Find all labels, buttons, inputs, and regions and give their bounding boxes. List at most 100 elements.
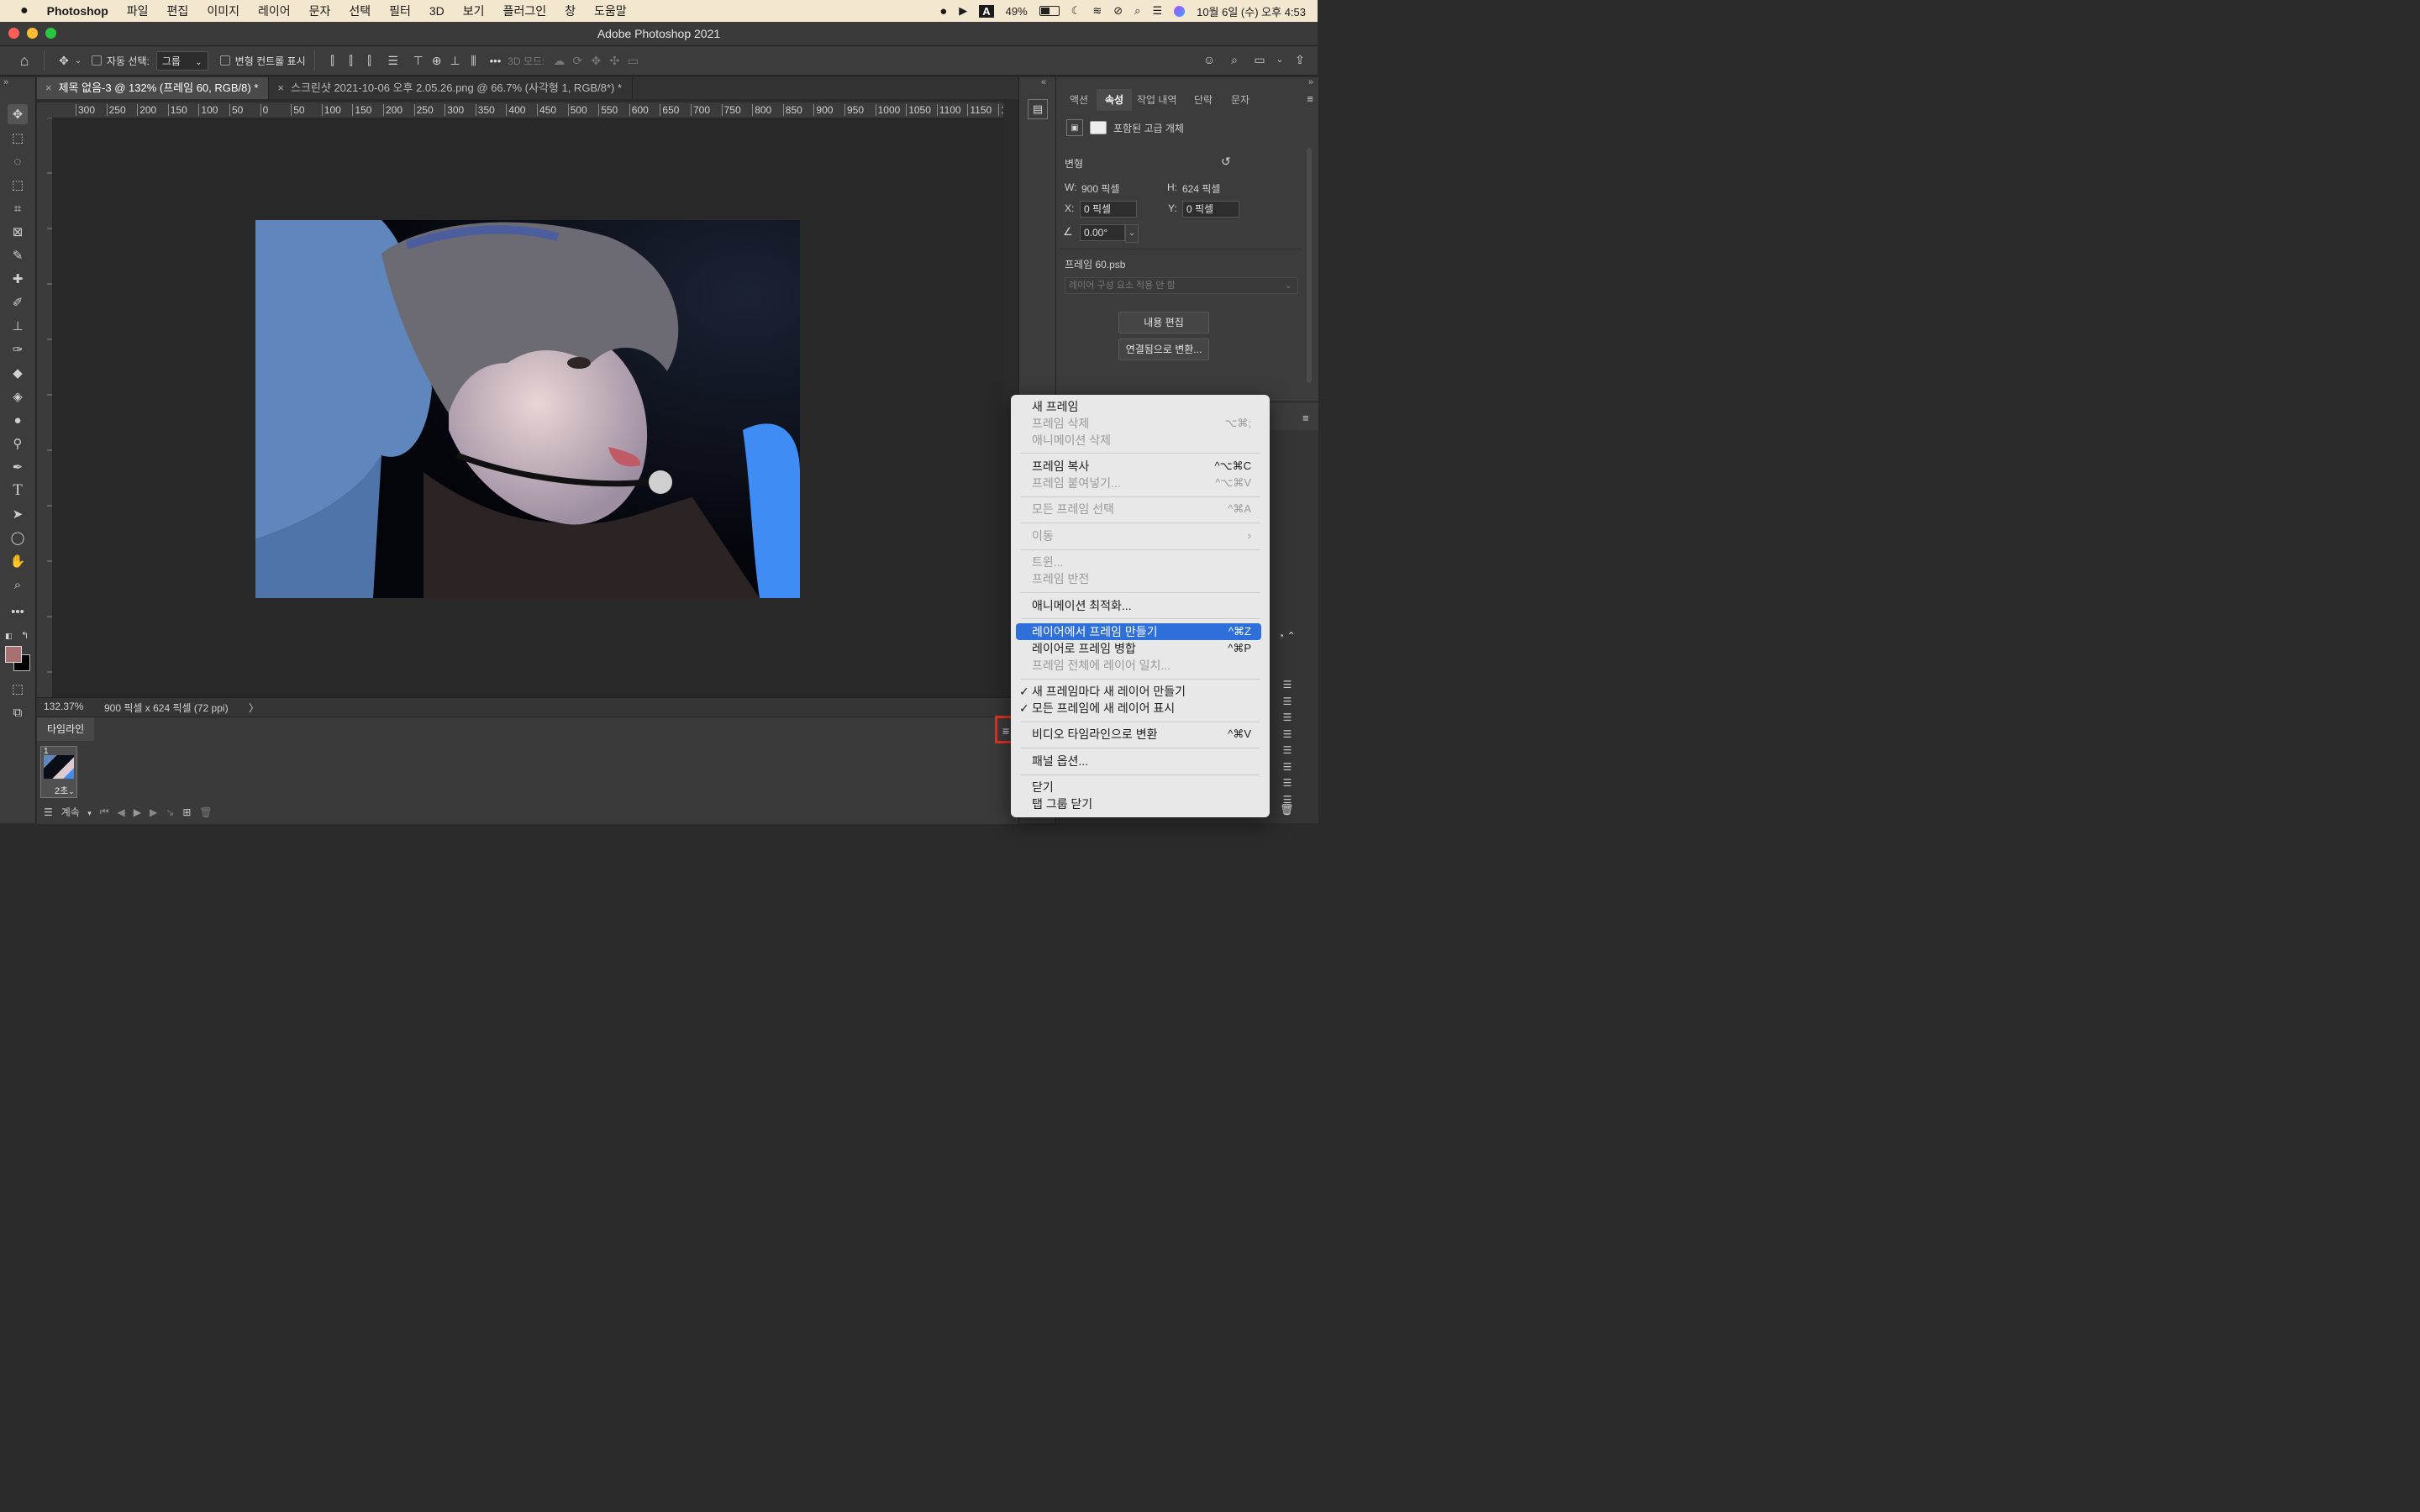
eyedropper-tool-icon[interactable]: ✎	[8, 245, 28, 265]
menu-item-close[interactable]: 닫기	[1032, 779, 1261, 795]
collapse-panel-icon[interactable]: »	[1308, 77, 1313, 87]
search-icon[interactable]: ⌕	[1225, 50, 1244, 69]
menu-file[interactable]: 파일	[127, 3, 149, 19]
distribute-vertical-icon[interactable]: ⫼	[465, 51, 483, 70]
screen-mode-icon[interactable]: ⧉	[8, 702, 28, 722]
menu-type[interactable]: 문자	[309, 3, 331, 19]
convert-to-video-timeline-icon[interactable]: ☰	[44, 806, 53, 818]
stamp-tool-icon[interactable]: ⊥	[8, 316, 28, 336]
tween-icon[interactable]: ↘	[166, 806, 174, 818]
type-tool-icon[interactable]: T	[8, 480, 28, 501]
menu-plugins[interactable]: 플러그인	[503, 3, 547, 19]
minimize-window-button[interactable]	[27, 28, 38, 39]
auto-select-checkbox[interactable]	[92, 55, 102, 66]
menu-select[interactable]: 선택	[349, 3, 371, 19]
menu-item-new-layers-visible-all-frames[interactable]: ✓ 모든 프레임에 새 레이어 표시	[1019, 700, 1261, 717]
tab-character[interactable]: 문자	[1228, 89, 1253, 111]
close-tab-icon[interactable]: ×	[45, 81, 52, 94]
blur-tool-icon[interactable]: ●	[8, 410, 28, 430]
align-hcenter-icon[interactable]: ⫿	[342, 51, 360, 70]
delete-frame-icon[interactable]: 🗑	[199, 806, 212, 818]
marquee-tool-icon[interactable]: ⬚	[8, 128, 28, 148]
wifi-icon[interactable]: ≋	[1092, 4, 1102, 18]
distribute-icon[interactable]: ☰	[384, 51, 402, 70]
tab-properties[interactable]: 속성	[1097, 89, 1133, 111]
menu-item-create-new-layer-each-frame[interactable]: ✓ 새 프레임마다 새 레이어 만들기	[1019, 683, 1261, 700]
height-value[interactable]: 624 픽셀	[1182, 181, 1220, 196]
angle-input[interactable]: 0.00°	[1080, 224, 1125, 241]
menu-view[interactable]: 보기	[463, 3, 485, 19]
menu-item-convert-to-video-timeline[interactable]: 비디오 타임라인으로 변환 ^⌘V	[1032, 726, 1261, 743]
object-select-tool-icon[interactable]: ⬚	[8, 175, 28, 195]
path-select-tool-icon[interactable]: ➤	[8, 504, 28, 524]
menu-item-make-frames-from-layers[interactable]: 레이어에서 프레임 만들기 ^⌘Z	[1016, 623, 1261, 640]
menu-item-close-tab-group[interactable]: 탭 그룹 닫기	[1032, 795, 1261, 812]
prev-frame-icon[interactable]: ◀	[118, 806, 125, 818]
menu-item-new-frame[interactable]: 새 프레임	[1032, 398, 1261, 415]
close-tab-icon[interactable]: ×	[277, 81, 284, 94]
crop-tool-icon[interactable]: ⌗	[8, 198, 28, 218]
move-tool-icon[interactable]: ✥	[8, 104, 28, 124]
align-left-icon[interactable]: ⫿	[324, 51, 342, 70]
lasso-tool-icon[interactable]: ◌	[8, 151, 28, 171]
frame-delay[interactable]: 2초⌄	[55, 784, 75, 797]
battery-icon[interactable]	[1039, 6, 1060, 16]
menu-image[interactable]: 이미지	[207, 3, 239, 19]
hand-tool-icon[interactable]: ✋	[8, 551, 28, 571]
brush-tool-icon[interactable]: ✐	[8, 292, 28, 312]
menu-3d[interactable]: 3D	[429, 4, 445, 18]
quick-mask-icon[interactable]: ⬚	[8, 679, 28, 699]
x-input[interactable]: 0 픽셀	[1080, 201, 1137, 218]
menu-app-name[interactable]: Photoshop	[47, 4, 108, 18]
learn-icon[interactable]: ☺	[1200, 50, 1218, 69]
collapse-dock-icon[interactable]: «	[1041, 77, 1046, 87]
tab-document-1[interactable]: × 제목 없음-3 @ 132% (프레임 60, RGB/8) *	[37, 77, 270, 99]
tab-history[interactable]: 작업 내역	[1134, 89, 1181, 111]
play-icon[interactable]: ▶	[959, 4, 967, 18]
zoom-window-button[interactable]	[45, 28, 56, 39]
eraser-tool-icon[interactable]: ◆	[8, 363, 28, 383]
menu-item-reverse-frames[interactable]: 프레임 반전	[1032, 570, 1261, 587]
menu-filter[interactable]: 필터	[389, 3, 411, 19]
align-right-icon[interactable]: ⫿	[360, 51, 379, 70]
layers-panel-menu-icon[interactable]: ≡	[1302, 412, 1309, 424]
layer-filter-toggle-icon[interactable]: ◔ ⌃	[1278, 630, 1296, 642]
angle-chevron-icon[interactable]: ⌄	[1125, 224, 1139, 243]
tab-actions[interactable]: 액션	[1065, 89, 1093, 111]
y-input[interactable]: 0 픽셀	[1182, 201, 1239, 218]
horizontal-ruler[interactable]: 300 250 200 150 100 50 0 50 100 150 200 250 300 350 40…	[52, 102, 1003, 118]
foreground-color-swatch[interactable]	[5, 646, 22, 663]
siri-icon[interactable]	[1174, 5, 1186, 17]
loop-select[interactable]: 계속 ▾	[61, 805, 92, 819]
menu-item-select-all-frames[interactable]: 모든 프레임 선택 ^⌘A	[1032, 501, 1261, 517]
menu-item-delete-animation[interactable]: 애니메이션 삭제	[1032, 432, 1261, 449]
control-center-icon[interactable]: ☰	[1152, 4, 1162, 18]
menu-help[interactable]: 도움말	[594, 3, 627, 19]
status-arrow-icon[interactable]: 〉	[249, 701, 259, 715]
properties-dock-icon[interactable]: ▤	[1028, 99, 1048, 119]
menu-item-delete-frame[interactable]: 프레임 삭제 ⌥⌘;	[1032, 415, 1261, 432]
align-vcenter-icon[interactable]: ⊕	[428, 51, 446, 70]
home-icon[interactable]: ⌂	[15, 51, 34, 70]
tab-document-2[interactable]: × 스크린샷 2021-10-06 오후 2.05.26.png @ 66.7% …	[269, 77, 634, 99]
duplicate-frame-icon[interactable]: ⊞	[182, 806, 191, 818]
workspace-icon[interactable]: ▭	[1250, 50, 1269, 69]
menu-item-copy-frame[interactable]: 프레임 복사 ^⌥⌘C	[1032, 458, 1261, 475]
pen-tool-icon[interactable]: ✒	[8, 457, 28, 477]
share-icon[interactable]: ⇪	[1291, 50, 1309, 69]
edit-contents-button[interactable]: 내용 편집	[1118, 312, 1209, 333]
first-frame-icon[interactable]: ⏮	[100, 806, 109, 818]
timeline-tab[interactable]: 타임라인	[37, 717, 95, 741]
chat-notification-icon[interactable]: ●	[939, 4, 947, 18]
collapse-toolbar-icon[interactable]: »	[3, 77, 8, 87]
edit-toolbar-icon[interactable]: •••	[8, 601, 28, 622]
menu-window[interactable]: 창	[565, 3, 576, 19]
menu-item-tween[interactable]: 트윈...	[1032, 554, 1261, 570]
datetime[interactable]: 10월 6일 (수) 오후 4:53	[1197, 3, 1306, 19]
menu-item-paste-frame[interactable]: 프레임 붙여넣기... ^⌥⌘V	[1032, 475, 1261, 491]
tool-preset-chevron-icon[interactable]: ⌄	[73, 51, 83, 70]
delete-layer-icon[interactable]: 🗑	[1280, 803, 1294, 816]
search-icon[interactable]: ⌕	[1134, 4, 1140, 18]
apple-icon[interactable]: ●	[20, 3, 29, 18]
ellipse-tool-icon[interactable]: ◯	[8, 528, 28, 548]
